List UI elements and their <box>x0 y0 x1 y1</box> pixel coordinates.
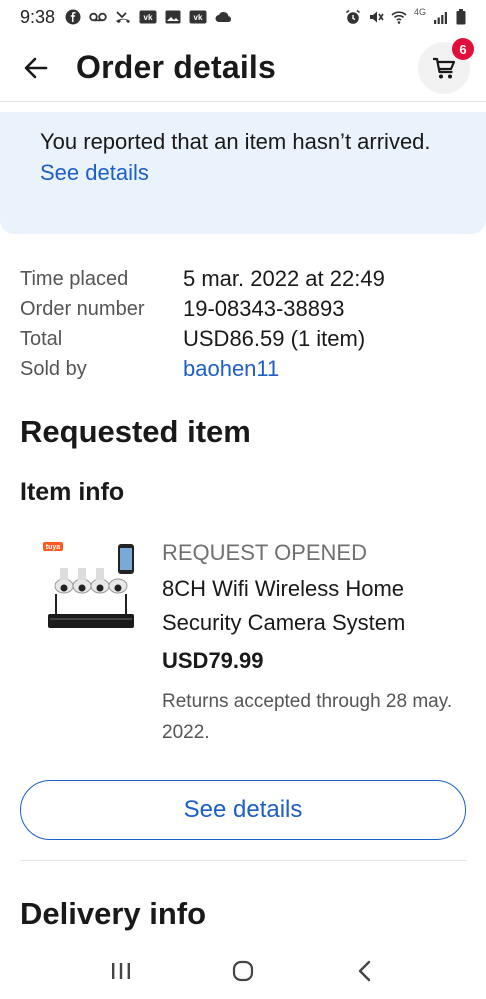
item-title-link[interactable]: 8CH Wifi Wireless Home Security Camera S… <box>162 572 462 640</box>
returns-policy: Returns accepted through 28 may. 2022. <box>162 691 453 743</box>
home-button[interactable] <box>218 946 268 996</box>
notification-icons: vk vk <box>65 9 233 25</box>
seller-link[interactable]: baohen11 <box>183 356 279 382</box>
svg-text:vk: vk <box>144 13 153 22</box>
system-icons: 4G <box>345 7 466 25</box>
alert-message: You reported that an item hasn’t arrived… <box>40 129 431 154</box>
cloud-icon <box>215 12 232 22</box>
time-placed-value: 5 mar. 2022 at 22:49 <box>183 266 385 291</box>
cart-count-badge: 6 <box>452 38 474 60</box>
sold-by-label: Sold by <box>20 357 87 380</box>
recent-apps-icon <box>112 962 130 979</box>
requested-item-heading: Requested item <box>20 414 251 449</box>
total-value: USD86.59 (1 item) <box>183 326 366 351</box>
status-time: 9:38 <box>20 6 56 27</box>
divider <box>20 860 466 861</box>
camera-system-image: tuya <box>40 538 142 640</box>
item-thumbnail[interactable]: tuya <box>40 538 142 640</box>
order-number-label: Order number <box>20 297 145 320</box>
facebook-icon <box>65 9 81 25</box>
total-row: Total USD86.59 (1 item) <box>20 324 466 354</box>
item-info-heading: Item info <box>20 478 125 506</box>
app-header: Order details 6 <box>0 34 486 102</box>
brand-logo-text: tuya <box>46 544 61 551</box>
arrow-left-icon <box>24 57 48 78</box>
gallery-icon <box>165 10 181 24</box>
svg-text:vk: vk <box>194 13 203 22</box>
mute-icon <box>369 11 384 23</box>
total-label: Total <box>20 327 63 350</box>
order-number-value: 19-08343-38893 <box>183 296 345 321</box>
voicemail-icon <box>89 12 107 22</box>
time-placed-label: Time placed <box>20 267 129 290</box>
delivery-info-heading: Delivery info <box>20 896 207 931</box>
battery-icon <box>456 9 466 25</box>
item-details: REQUEST OPENED 8CH Wifi Wireless Home Se… <box>162 538 462 748</box>
network-type: 4G <box>413 7 426 17</box>
signal-icon <box>434 12 447 24</box>
system-nav-bar <box>0 942 486 999</box>
time-placed-row: Time placed 5 mar. 2022 at 22:49 <box>20 264 466 294</box>
item-price: USD79.99 <box>162 648 264 673</box>
chevron-left-icon <box>358 960 371 981</box>
cart-button[interactable]: 6 <box>418 38 474 94</box>
system-back-button[interactable] <box>340 946 390 996</box>
wifi-icon <box>391 11 407 24</box>
sold-by-row: Sold by baohen11 <box>20 354 466 384</box>
order-summary: Time placed 5 mar. 2022 at 22:49 Order n… <box>20 264 466 384</box>
alarm-icon <box>345 9 360 24</box>
alert-see-details-link[interactable]: See details <box>40 160 149 186</box>
vk-icon: vk <box>189 10 207 24</box>
missed-call-icon <box>116 11 131 23</box>
cart-icon <box>433 57 456 79</box>
back-button[interactable] <box>16 48 56 88</box>
see-details-button[interactable]: See details <box>20 780 466 840</box>
recent-apps-button[interactable] <box>96 946 146 996</box>
home-icon <box>232 960 254 981</box>
page-title: Order details <box>76 49 277 85</box>
vk-icon: vk <box>139 10 157 24</box>
missing-item-alert: You reported that an item hasn’t arrived… <box>0 112 486 234</box>
request-status: REQUEST OPENED <box>162 540 367 565</box>
order-number-row: Order number 19-08343-38893 <box>20 294 466 324</box>
status-bar: 9:38 vk vk 4G <box>0 0 486 34</box>
